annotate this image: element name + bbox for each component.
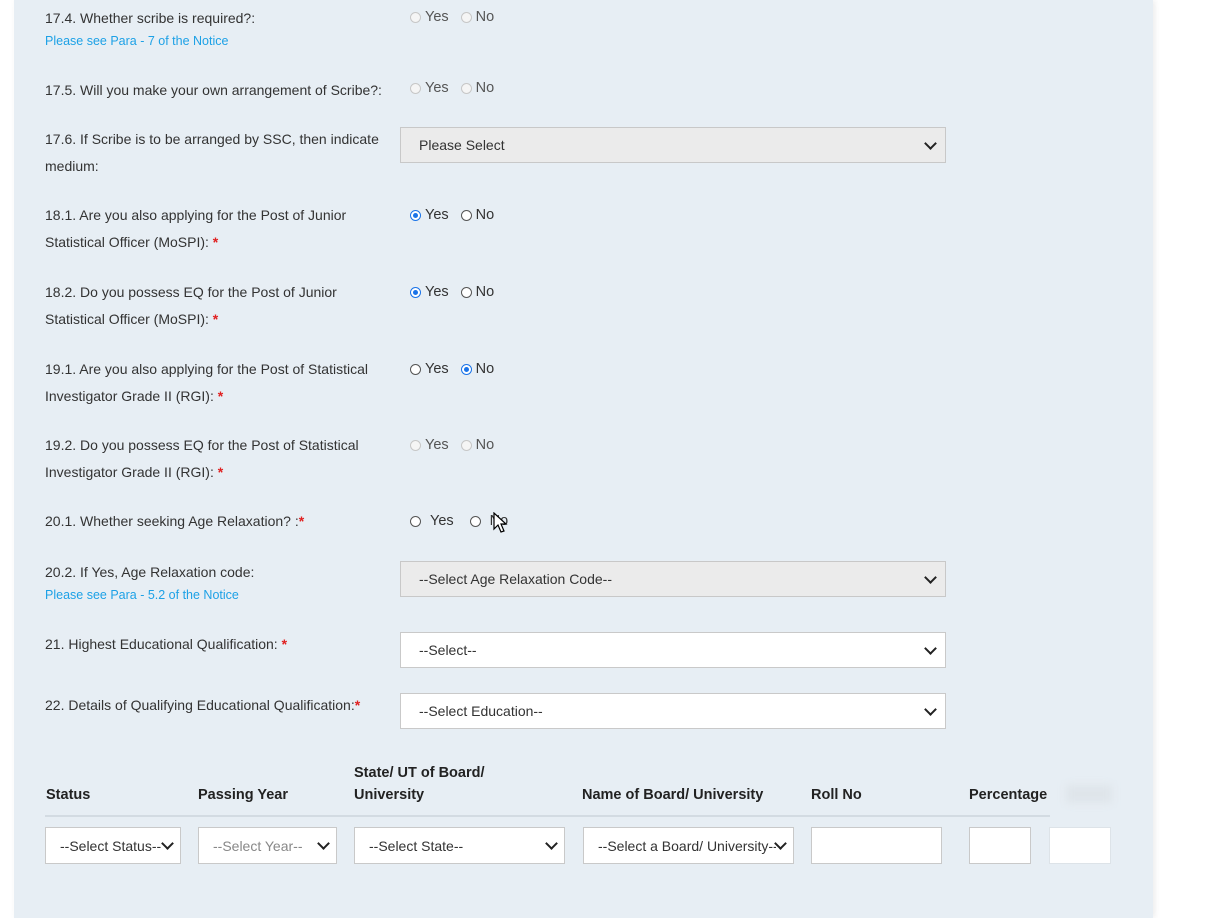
radio-17-5-no[interactable]: No (460, 80, 494, 96)
radio-19-1-yes[interactable]: Yes (410, 361, 449, 377)
radio-group-18-1: Yes No (410, 207, 506, 223)
question-20-1-label: 20.1. Whether seeking Age Relaxation? :* (45, 513, 305, 529)
column-header-status: Status (46, 787, 91, 803)
radio-circle-icon (460, 82, 472, 94)
question-18-1-label: 18.1. Are you also applying for the Post… (45, 207, 347, 250)
radio-checked-icon (410, 209, 421, 221)
highest-qualification-select[interactable]: --Select-- (400, 632, 946, 668)
radio-circle-icon (410, 82, 421, 94)
status-select[interactable]: --Select Status-- (45, 827, 181, 864)
blurred-header (1066, 785, 1112, 803)
age-relaxation-code-select[interactable]: --Select Age Relaxation Code-- (400, 561, 946, 597)
question-17-5-label: 17.5. Will you make your own arrangement… (45, 82, 382, 98)
radio-circle-icon (460, 11, 472, 23)
radio-circle-icon (410, 11, 421, 23)
scribe-medium-select[interactable]: Please Select (400, 127, 946, 163)
radio-20-1-yes[interactable]: Yes (410, 513, 454, 529)
radio-17-4-no[interactable]: No (460, 9, 494, 25)
radio-18-1-no[interactable]: No (460, 207, 494, 223)
radio-19-2-yes[interactable]: Yes (410, 437, 449, 453)
radio-circle-icon (469, 515, 481, 527)
column-header-percentage: Percentage (969, 787, 1048, 803)
radio-18-1-yes[interactable]: Yes (410, 207, 449, 223)
notice-link-para-5-2[interactable]: Please see Para - 5.2 of the Notice (45, 588, 239, 602)
radio-19-1-no[interactable]: No (460, 361, 494, 377)
extra-input[interactable] (1049, 827, 1111, 864)
radio-circle-icon (410, 515, 421, 527)
radio-circle-icon (460, 286, 472, 298)
question-19-2-label: 19.2. Do you possess EQ for the Post of … (45, 437, 359, 480)
question-22-label: 22. Details of Qualifying Educational Qu… (45, 697, 361, 713)
radio-group-18-2: Yes No (410, 284, 506, 300)
qualifying-education-select[interactable]: --Select Education-- (400, 693, 946, 729)
chevron-down-icon (161, 837, 174, 850)
chevron-down-icon (545, 837, 558, 850)
chevron-down-icon (924, 702, 937, 716)
radio-circle-icon (410, 439, 421, 451)
question-21-label: 21. Highest Educational Qualification: * (45, 636, 288, 652)
column-header-state: State/ UT of Board/University (354, 765, 485, 803)
question-17-6-label: 17.6. If Scribe is to be arranged by SSC… (45, 131, 379, 174)
board-select[interactable]: --Select a Board/ University-- (583, 827, 794, 864)
chevron-down-icon (774, 837, 787, 850)
passing-year-select[interactable]: --Select Year-- (198, 827, 337, 864)
question-20-2-label: 20.2. If Yes, Age Relaxation code: (45, 564, 255, 580)
mouse-pointer-icon (493, 512, 508, 533)
radio-17-4-yes[interactable]: Yes (410, 9, 449, 25)
column-header-roll-no: Roll No (811, 787, 862, 803)
column-header-passing-year: Passing Year (198, 787, 289, 803)
notice-link-para-7[interactable]: Please see Para - 7 of the Notice (45, 34, 228, 48)
column-header-board: Name of Board/ University (582, 787, 764, 803)
state-select[interactable]: --Select State-- (354, 827, 565, 864)
radio-group-17-4: Yes No (410, 9, 506, 25)
radio-circle-icon (460, 209, 472, 221)
percentage-input[interactable] (969, 827, 1031, 864)
radio-18-2-no[interactable]: No (460, 284, 494, 300)
question-17-4-label: 17.4. Whether scribe is required?: (45, 10, 256, 26)
radio-group-19-1: Yes No (410, 361, 506, 377)
chevron-down-icon (924, 570, 937, 584)
question-18-2-label: 18.2. Do you possess EQ for the Post of … (45, 284, 337, 327)
chevron-down-icon (317, 837, 330, 850)
radio-group-19-2: Yes No (410, 437, 506, 453)
radio-group-17-5: Yes No (410, 80, 506, 96)
chevron-down-icon (924, 641, 937, 655)
radio-17-5-yes[interactable]: Yes (410, 80, 449, 96)
roll-no-input[interactable] (811, 827, 942, 864)
chevron-down-icon (924, 136, 937, 150)
radio-checked-icon (460, 363, 472, 375)
radio-circle-icon (410, 363, 421, 375)
table-header-divider (45, 815, 1050, 817)
question-19-1-label: 19.1. Are you also applying for the Post… (45, 361, 368, 404)
radio-circle-icon (460, 439, 472, 451)
radio-18-2-yes[interactable]: Yes (410, 284, 449, 300)
radio-checked-icon (410, 286, 421, 298)
radio-19-2-no[interactable]: No (460, 437, 494, 453)
